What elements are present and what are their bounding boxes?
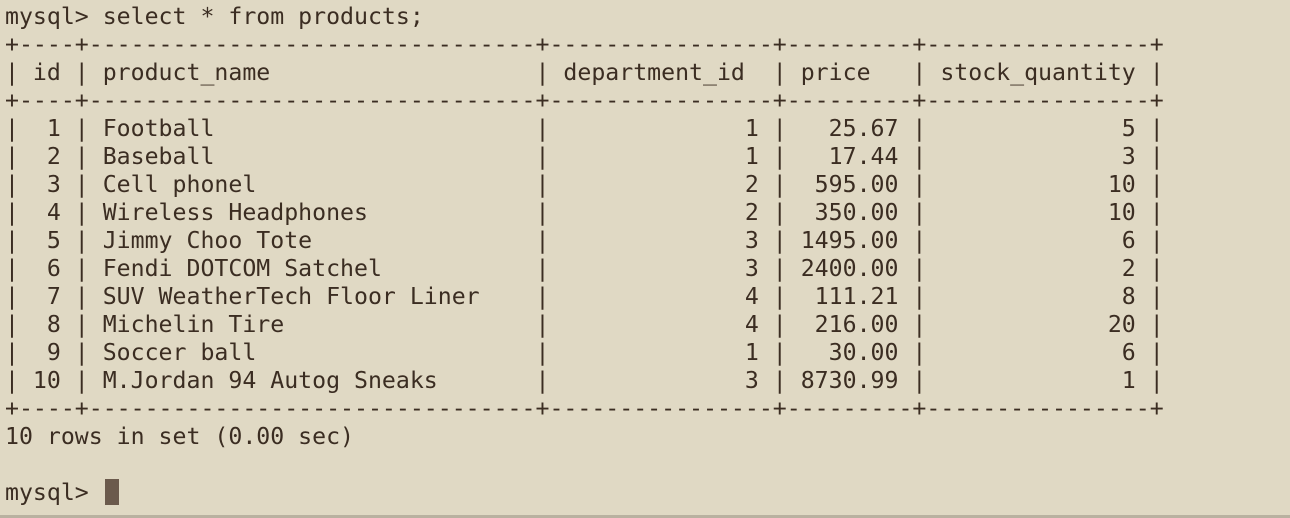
table-header-row: | id | product_name | department_id | pr…	[5, 59, 1164, 86]
mysql-prompt-line[interactable]: mysql>	[5, 479, 119, 507]
table-row: | 6 | Fendi DOTCOM Satchel | 3 | 2400.00…	[5, 255, 1164, 282]
table-row: | 7 | SUV WeatherTech Floor Liner | 4 | …	[5, 283, 1164, 310]
table-row: | 3 | Cell phonel | 2 | 595.00 | 10 |	[5, 171, 1164, 198]
mysql-prompt: mysql>	[5, 479, 103, 506]
result-summary: 10 rows in set (0.00 sec)	[5, 423, 355, 450]
table-row: | 1 | Football | 1 | 25.67 | 5 |	[5, 115, 1164, 142]
command-line: mysql> select * from products;	[5, 3, 424, 30]
table-border-bottom: +----+--------------------------------+-…	[5, 395, 1164, 422]
table-row: | 8 | Michelin Tire | 4 | 216.00 | 20 |	[5, 311, 1164, 338]
terminal-window[interactable]: mysql> select * from products; +----+---…	[0, 0, 1290, 518]
table-row: | 4 | Wireless Headphones | 2 | 350.00 |…	[5, 199, 1164, 226]
table-row: | 10 | M.Jordan 94 Autog Sneaks | 3 | 87…	[5, 367, 1164, 394]
block-cursor-icon[interactable]	[104, 479, 119, 505]
table-border-top: +----+--------------------------------+-…	[5, 31, 1164, 58]
table-border-header: +----+--------------------------------+-…	[5, 87, 1164, 114]
table-row: | 5 | Jimmy Choo Tote | 3 | 1495.00 | 6 …	[5, 227, 1164, 254]
table-row: | 2 | Baseball | 1 | 17.44 | 3 |	[5, 143, 1164, 170]
table-row: | 9 | Soccer ball | 1 | 30.00 | 6 |	[5, 339, 1164, 366]
